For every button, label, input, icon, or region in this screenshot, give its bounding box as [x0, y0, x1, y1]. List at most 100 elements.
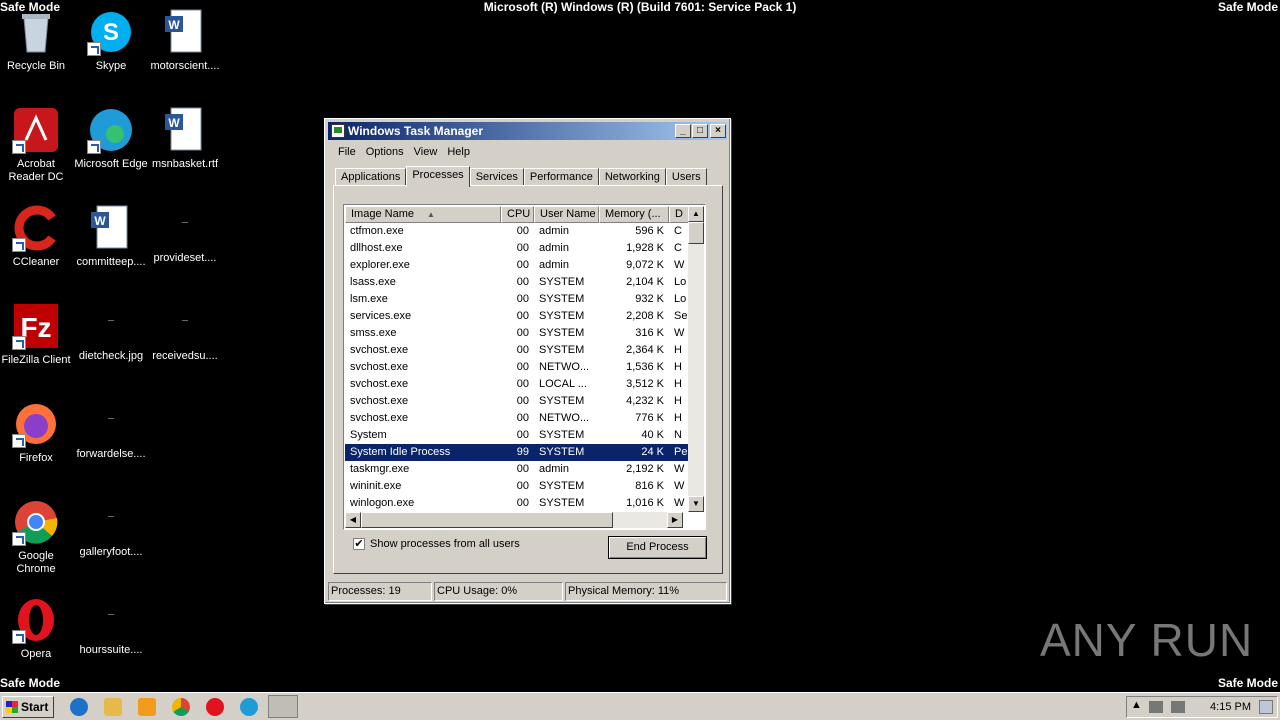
process-user: SYSTEM [539, 276, 585, 288]
minimize-button[interactable]: _ [675, 124, 691, 138]
process-cpu: 00 [516, 344, 529, 356]
show-all-users-label[interactable]: Show processes from all users [370, 538, 520, 551]
process-memory: 2,364 K [626, 344, 664, 356]
process-cpu: 00 [516, 480, 529, 492]
process-user: admin [539, 242, 569, 254]
menu-help[interactable]: Help [442, 143, 475, 161]
process-memory: 316 K [635, 327, 664, 339]
window-titlebar[interactable]: Windows Task Manager _ □ × [328, 122, 727, 140]
process-memory: 1,536 K [626, 361, 664, 373]
process-row[interactable]: wininit.exe 00 SYSTEM 816 KW [345, 478, 698, 495]
media-player-icon[interactable] [138, 698, 156, 716]
clock[interactable]: 4:15 PM [1210, 697, 1251, 717]
tab-users[interactable]: Users [665, 168, 707, 186]
tab-applications[interactable]: Applications [335, 168, 407, 186]
process-row[interactable]: explorer.exe 00 admin 9,072 KW [345, 257, 698, 274]
network-icon[interactable] [1171, 701, 1185, 713]
tab-networking[interactable]: Networking [598, 168, 666, 186]
process-name: svchost.exe [350, 412, 409, 424]
desktop-icon-chrome[interactable]: Google Chrome [0, 498, 74, 576]
desktop-icon-skype[interactable]: S Skype [73, 8, 149, 73]
column-memory[interactable]: Memory (... [599, 206, 669, 223]
show-all-users-checkbox[interactable]: ✔ [353, 538, 365, 550]
menu-options[interactable]: Options [361, 143, 409, 161]
process-row[interactable]: System 00 SYSTEM 40 KN [345, 427, 698, 444]
desktop-icon-filezilla[interactable]: Fz FileZilla Client [0, 302, 74, 367]
process-row[interactable]: ctfmon.exe 00 admin 596 KC [345, 223, 698, 240]
edge-taskbar-icon[interactable] [240, 698, 258, 716]
volume-muted-icon[interactable] [1149, 701, 1163, 713]
process-row[interactable]: svchost.exe 00 NETWO... 1,536 KH [345, 359, 698, 376]
desktop-icon-ccleaner[interactable]: CCleaner [0, 204, 74, 269]
process-row[interactable]: System Idle Process 99 SYSTEM 24 K Pe [345, 444, 698, 461]
process-list[interactable]: Image Name ▲ CPU User Name Memory (... D… [343, 204, 706, 530]
process-row[interactable]: taskmgr.exe 00 admin 2,192 KW [345, 461, 698, 478]
desktop-icon-opera[interactable]: Opera [0, 596, 74, 661]
close-button[interactable]: × [710, 124, 726, 138]
desktop-icon-galleryfoot[interactable]: galleryfoot.... [73, 498, 149, 559]
chrome-taskbar-icon[interactable] [172, 698, 190, 716]
desktop-icon-hourssuite[interactable]: hourssuite.... [73, 596, 149, 657]
svg-text:W: W [168, 116, 180, 130]
scroll-up-arrow-icon[interactable]: ▲ [688, 206, 704, 222]
process-row[interactable]: dllhost.exe 00 admin 1,928 KC [345, 240, 698, 257]
process-cpu: 00 [516, 361, 529, 373]
column-cpu[interactable]: CPU [501, 206, 534, 223]
process-name: taskmgr.exe [350, 463, 410, 475]
desktop-icon-edge[interactable]: Microsoft Edge [73, 106, 149, 171]
vertical-scroll-thumb[interactable] [688, 222, 704, 244]
show-hidden-icons-icon[interactable]: ▲ [1131, 699, 1142, 711]
process-row[interactable]: lsm.exe 00 SYSTEM 932 K Lo [345, 291, 698, 308]
file-icon [108, 516, 114, 517]
desktop-icon-dietcheck[interactable]: dietcheck.jpg [73, 302, 149, 363]
task-manager-taskbar-button[interactable] [268, 695, 298, 718]
file-explorer-icon[interactable] [104, 698, 122, 716]
horizontal-scroll-thumb[interactable] [361, 512, 613, 528]
process-row[interactable]: lsass.exe 00 SYSTEM 2,104 K Lo [345, 274, 698, 291]
desktop-icon-committeep[interactable]: W committeep.... [73, 204, 149, 269]
process-row[interactable]: svchost.exe 00 SYSTEM 4,232 KH [345, 393, 698, 410]
status-processes: Processes: 19 [328, 582, 432, 601]
desktop-icon-provideset[interactable]: provideset.... [147, 204, 223, 265]
internet-explorer-icon[interactable] [70, 698, 88, 716]
opera-taskbar-icon[interactable] [206, 698, 224, 716]
tab-strip: Applications Processes Services Performa… [335, 166, 707, 187]
show-desktop-icon[interactable] [1259, 700, 1273, 714]
column-image-name[interactable]: Image Name ▲ [345, 206, 501, 223]
svg-text:W: W [168, 18, 180, 32]
process-row[interactable]: svchost.exe 00 SYSTEM 2,364 KH [345, 342, 698, 359]
vertical-scrollbar[interactable]: ▲ ▼ [688, 206, 704, 512]
column-label: Image Name [351, 208, 414, 220]
process-row[interactable]: svchost.exe 00 NETWO... 776 KH [345, 410, 698, 427]
column-user-name[interactable]: User Name [534, 206, 599, 223]
tab-services[interactable]: Services [469, 168, 524, 186]
scroll-right-arrow-icon[interactable]: ▶ [667, 512, 683, 528]
tab-processes[interactable]: Processes [406, 166, 470, 187]
process-row[interactable]: svchost.exe 00 LOCAL ... 3,512 KH [345, 376, 698, 393]
menu-view[interactable]: View [409, 143, 443, 161]
desktop-icon-acrobat[interactable]: Acrobat Reader DC [0, 106, 74, 184]
scroll-left-arrow-icon[interactable]: ◀ [345, 512, 361, 528]
task-manager-window[interactable]: Windows Task Manager _ □ × File Options … [324, 118, 731, 604]
desktop-icon-recycle-bin[interactable]: Recycle Bin [0, 8, 74, 73]
desktop-icon-receivedsu[interactable]: receivedsu.... [147, 302, 223, 363]
process-row[interactable]: services.exe 00 SYSTEM 2,208 K Se [345, 308, 698, 325]
tab-performance[interactable]: Performance [523, 168, 599, 186]
scroll-down-arrow-icon[interactable]: ▼ [688, 496, 704, 512]
process-user: LOCAL ... [539, 378, 587, 390]
horizontal-scrollbar[interactable]: ◀ ▶ [345, 512, 683, 528]
desktop-icon-label: FileZilla Client [1, 354, 71, 366]
process-user: admin [539, 463, 569, 475]
process-row[interactable]: smss.exe 00 SYSTEM 316 KW [345, 325, 698, 342]
process-memory: 40 K [641, 429, 664, 441]
desktop-icon-firefox[interactable]: Firefox [0, 400, 74, 465]
desktop-icon-forwardelse[interactable]: forwardelse.... [73, 400, 149, 461]
start-button[interactable]: Start [2, 696, 54, 718]
process-user: SYSTEM [539, 497, 585, 509]
desktop-icon-msnbasket[interactable]: W msnbasket.rtf [147, 106, 223, 171]
process-row[interactable]: winlogon.exe 00 SYSTEM 1,016 KW [345, 495, 698, 512]
desktop-icon-motorscient[interactable]: W motorscient.... [147, 8, 223, 73]
maximize-button[interactable]: □ [692, 124, 708, 138]
menu-file[interactable]: File [333, 143, 361, 161]
end-process-button[interactable]: End Process [608, 536, 707, 559]
